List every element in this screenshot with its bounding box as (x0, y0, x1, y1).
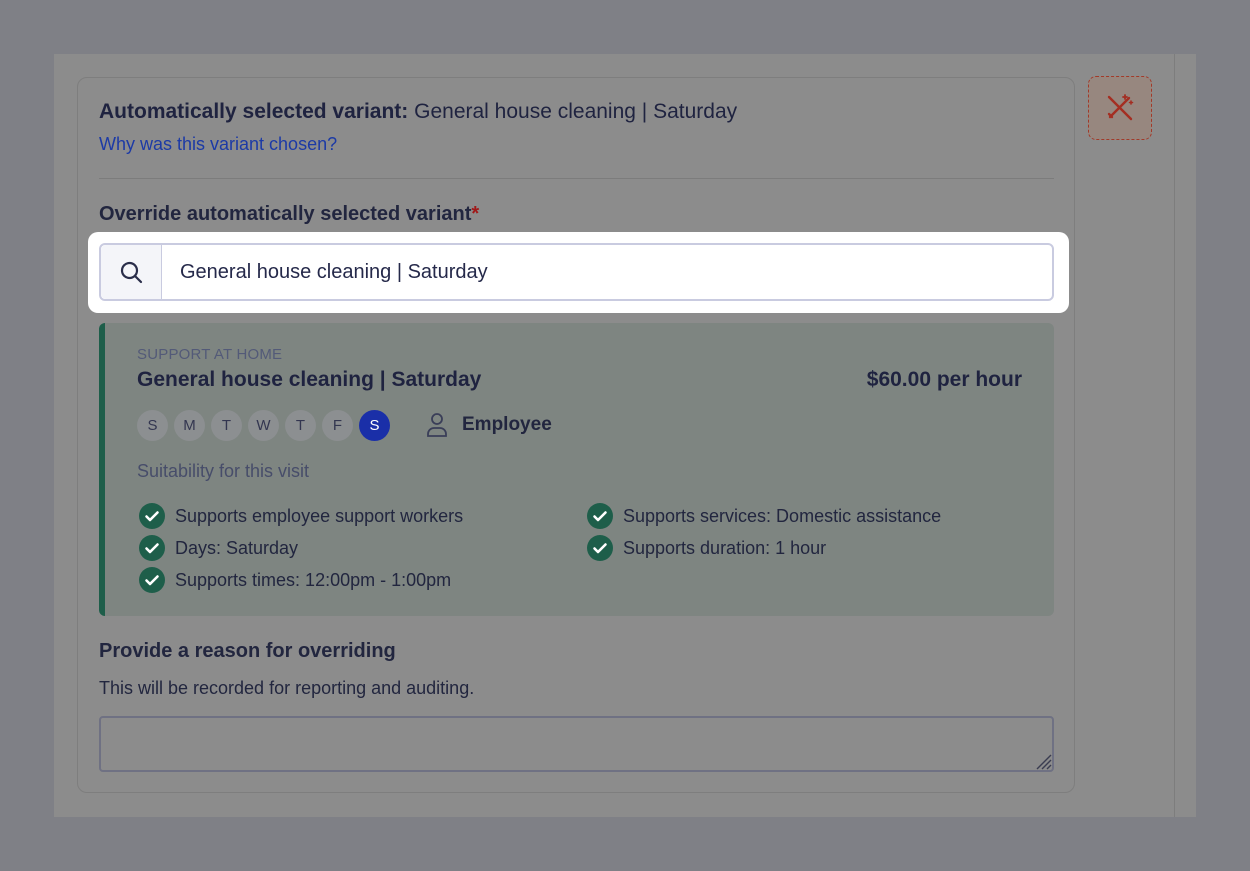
variant-price: $60.00 per hour (866, 368, 1022, 391)
check-circle-icon (587, 535, 613, 561)
criterion-item: Supports employee support workers (139, 503, 463, 529)
reason-title: Provide a reason for overriding (99, 640, 396, 662)
day-thursday: T (285, 410, 316, 441)
ai-assist-button[interactable] (1088, 76, 1152, 140)
required-mark: * (471, 203, 480, 225)
day-monday: M (174, 410, 205, 441)
criterion-item: Supports times: 12:00pm - 1:00pm (139, 567, 451, 593)
suitability-title: Suitability for this visit (137, 461, 310, 481)
day-sunday: S (137, 410, 168, 441)
day-indicators: S M T W T F S (137, 410, 390, 441)
magic-wand-icon (1107, 94, 1134, 121)
variant-category: SUPPORT AT HOME (137, 346, 283, 363)
override-label: Override automatically selected variant* (99, 200, 479, 228)
criterion-item: Supports services: Domestic assistance (587, 503, 941, 529)
variant-search-box[interactable] (99, 243, 1054, 301)
side-rail (1174, 54, 1175, 817)
day-wednesday: W (248, 410, 279, 441)
check-circle-icon (587, 503, 613, 529)
criterion-text: Days: Saturday (175, 538, 299, 558)
search-icon (101, 245, 162, 299)
criterion-text: Supports employee support workers (175, 506, 464, 526)
day-friday: F (322, 410, 353, 441)
auto-selected-value: General house cleaning | Saturday (414, 100, 738, 123)
reason-textarea[interactable] (99, 716, 1054, 772)
criterion-text: Supports duration: 1 hour (623, 538, 827, 558)
variant-name: General house cleaning | Saturday (137, 368, 482, 391)
worker-type: Employee (462, 414, 552, 435)
variant-search-input[interactable] (162, 245, 1052, 299)
criterion-text: Supports times: 12:00pm - 1:00pm (175, 570, 452, 590)
resize-grip-icon[interactable] (1034, 752, 1052, 775)
section-divider (99, 178, 1054, 179)
criterion-item: Days: Saturday (139, 535, 298, 561)
auto-selected-label: Automatically selected variant: (99, 100, 409, 123)
criterion-text: Supports services: Domestic assistance (623, 506, 942, 526)
override-label-text: Override automatically selected variant (99, 203, 472, 225)
check-circle-icon (139, 567, 165, 593)
auto-selected-variant: Automatically selected variant: General … (99, 98, 737, 126)
criterion-item: Supports duration: 1 hour (587, 535, 826, 561)
check-circle-icon (139, 535, 165, 561)
day-tuesday: T (211, 410, 242, 441)
person-icon (426, 412, 448, 443)
reason-help-text: This will be recorded for reporting and … (99, 678, 475, 698)
why-variant-link[interactable]: Why was this variant chosen? (99, 132, 337, 156)
day-saturday: S (359, 410, 390, 441)
check-circle-icon (139, 503, 165, 529)
